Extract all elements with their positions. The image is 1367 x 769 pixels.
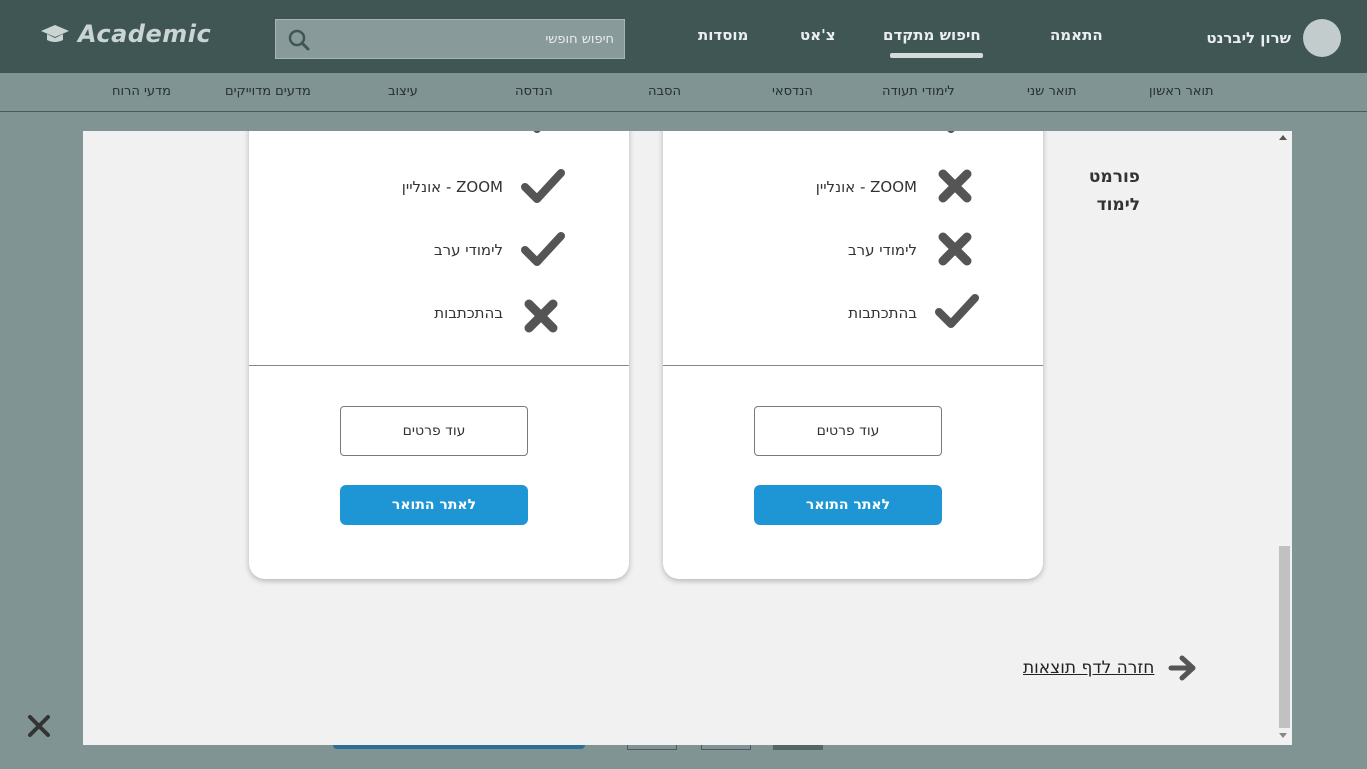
category-master[interactable]: תואר שני (1027, 84, 1077, 99)
back-to-results-label[interactable]: חזרה לדף תוצאות (1023, 658, 1154, 678)
cross-icon (938, 169, 972, 203)
nav-advanced-search[interactable]: חיפוש מתקדם (883, 26, 981, 44)
top-header: Academic מוסדות צ'אט חיפוש מתקדם התאמה ש… (0, 0, 1367, 73)
graduation-cap-icon (41, 25, 69, 42)
user-name[interactable]: שרון ליברנט (1206, 29, 1291, 47)
comparison-modal: ZOOM - אונליין לימודי ערב בהתכתבות עוד פ… (83, 131, 1292, 745)
back-to-results-link[interactable]: חזרה לדף תוצאות (1023, 653, 1198, 683)
arrow-right-icon[interactable] (1168, 653, 1198, 683)
scrollbar-thumb[interactable] (1279, 546, 1290, 728)
feature-correspondence: בהתכתבות (434, 304, 503, 322)
category-humanities[interactable]: מדעי הרוח (112, 84, 171, 99)
category-bachelor[interactable]: תואר ראשון (1149, 84, 1214, 99)
category-bar: תואר ראשון תואר שני לימודי תעודה הנדסאי … (0, 73, 1367, 112)
cross-icon (938, 232, 972, 266)
logo-text: Academic (78, 20, 212, 48)
academic-logo[interactable]: Academic (40, 20, 211, 48)
row-label-study-format: פורמט לימוד (1088, 167, 1140, 215)
more-details-button[interactable]: עוד פרטים (754, 406, 942, 456)
check-icon (521, 232, 565, 266)
category-engineering[interactable]: הנדסה (515, 84, 553, 99)
degree-site-button[interactable]: לאתר התואר (340, 485, 528, 525)
check-icon (533, 131, 541, 133)
program-card: ZOOM - אונליין לימודי ערב בהתכתבות עוד פ… (249, 131, 629, 579)
close-icon[interactable] (26, 713, 52, 739)
feature-zoom: ZOOM - אונליין (401, 178, 503, 196)
more-details-button[interactable]: עוד פרטים (340, 406, 528, 456)
scroll-down-arrow-icon[interactable] (1279, 733, 1287, 738)
category-exact-sciences[interactable]: מדעים מדוייקים (225, 84, 311, 99)
cross-icon (524, 299, 558, 333)
feature-correspondence: בהתכתבות (848, 304, 917, 322)
category-design[interactable]: עיצוב (388, 84, 418, 99)
feature-evening: לימודי ערב (434, 241, 503, 259)
search-input[interactable] (314, 20, 614, 58)
category-retraining[interactable]: הסבה (648, 84, 681, 99)
card-divider (663, 365, 1043, 366)
check-icon (521, 169, 565, 203)
scroll-up-arrow-icon[interactable] (1279, 135, 1287, 140)
card-divider (249, 365, 629, 366)
nav-match[interactable]: התאמה (1050, 26, 1103, 44)
search-box (275, 19, 625, 59)
avatar[interactable] (1303, 19, 1341, 57)
category-practical-engineer[interactable]: הנדסאי (772, 84, 813, 99)
nav-institutions[interactable]: מוסדות (698, 26, 748, 44)
feature-zoom: ZOOM - אונליין (815, 178, 917, 196)
check-icon (947, 131, 955, 133)
nav-chat[interactable]: צ'אט (800, 26, 836, 44)
program-card: ZOOM - אונליין לימודי ערב בהתכתבות עוד פ… (663, 131, 1043, 579)
category-certificate[interactable]: לימודי תעודה (882, 84, 955, 99)
active-nav-indicator (890, 53, 983, 58)
feature-evening: לימודי ערב (848, 241, 917, 259)
check-icon (935, 294, 979, 328)
degree-site-button[interactable]: לאתר התואר (754, 485, 942, 525)
search-icon[interactable] (288, 29, 310, 51)
